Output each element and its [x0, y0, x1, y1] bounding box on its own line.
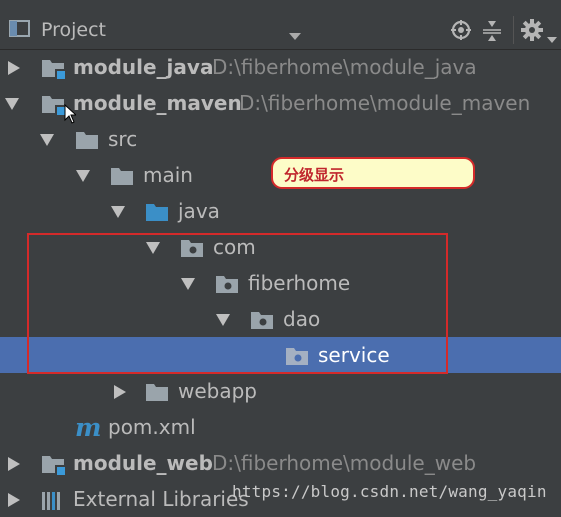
- tree-item-label: service: [318, 343, 390, 367]
- project-toolbar: Project: [0, 0, 561, 50]
- expanded-arrow-icon[interactable]: [181, 276, 195, 290]
- tree-item-pom-xml[interactable]: m pom.xml: [0, 409, 561, 445]
- toolbar-separator: [513, 16, 514, 44]
- package-icon: [215, 273, 241, 299]
- tree-item-java[interactable]: java: [0, 193, 561, 229]
- folder-icon: [145, 381, 171, 407]
- expanded-arrow-icon[interactable]: [111, 204, 125, 218]
- tree-item-path: D:\fiberhome\module_java: [212, 55, 477, 79]
- tree-item-module-web[interactable]: module_web D:\fiberhome\module_web: [0, 445, 561, 481]
- tree-item-fiberhome[interactable]: fiberhome: [0, 265, 561, 301]
- source-folder-icon: [145, 201, 171, 227]
- libraries-icon: [41, 489, 67, 515]
- tree-item-label: module_web: [73, 451, 213, 475]
- tree-item-label: dao: [283, 307, 321, 331]
- tree-item-label: module_java: [73, 55, 214, 79]
- tree-item-module-maven[interactable]: module_maven D:\fiberhome\module_maven: [0, 85, 561, 121]
- tree-item-label: module_maven: [73, 91, 242, 115]
- tree-item-label: webapp: [178, 379, 258, 403]
- tree-item-path: D:\fiberhome\module_web: [212, 451, 477, 475]
- collapsed-arrow-icon[interactable]: [7, 60, 21, 75]
- project-view-title[interactable]: Project: [41, 19, 106, 41]
- project-view-icon: [9, 20, 31, 42]
- folder-icon: [110, 165, 136, 191]
- expanded-arrow-icon[interactable]: [216, 312, 230, 326]
- module-folder-icon: [41, 453, 67, 479]
- module-folder-icon: [41, 57, 67, 83]
- annotation-callout: 分级显示: [271, 157, 475, 189]
- expanded-arrow-icon[interactable]: [76, 168, 90, 182]
- mouse-cursor-icon: [64, 103, 78, 128]
- maven-file-icon: m: [75, 413, 102, 442]
- tree-item-label: src: [108, 127, 138, 151]
- expanded-arrow-icon[interactable]: [5, 96, 19, 110]
- tree-item-webapp[interactable]: webapp: [0, 373, 561, 409]
- collapsed-arrow-icon[interactable]: [7, 492, 21, 507]
- tree-item-src[interactable]: src: [0, 121, 561, 157]
- tree-item-label: fiberhome: [248, 271, 351, 295]
- package-icon: [180, 237, 206, 263]
- tree-item-com[interactable]: com: [0, 229, 561, 265]
- view-dropdown-icon[interactable]: [289, 26, 301, 45]
- package-icon: [250, 309, 276, 335]
- tree-item-label: com: [213, 235, 256, 259]
- tree-item-service[interactable]: service: [0, 337, 561, 373]
- expanded-arrow-icon[interactable]: [146, 240, 160, 254]
- tree-item-dao[interactable]: dao: [0, 301, 561, 337]
- collapse-all-icon[interactable]: [482, 20, 502, 46]
- tree-item-path: D:\fiberhome\module_maven: [239, 91, 531, 115]
- tree-item-label: External Libraries: [73, 487, 249, 511]
- collapsed-arrow-icon[interactable]: [113, 384, 127, 399]
- folder-icon: [75, 129, 101, 155]
- tree-item-label: java: [178, 199, 220, 223]
- collapsed-arrow-icon[interactable]: [7, 456, 21, 471]
- gear-dropdown-icon[interactable]: [547, 28, 557, 47]
- tree-item-label: main: [143, 163, 193, 187]
- annotation-callout-text: 分级显示: [284, 166, 345, 184]
- gear-icon[interactable]: [520, 18, 544, 46]
- tree-item-label: pom.xml: [108, 415, 196, 439]
- tree-item-module-java[interactable]: module_java D:\fiberhome\module_java: [0, 49, 561, 85]
- expanded-arrow-icon[interactable]: [40, 132, 54, 146]
- package-icon: [285, 345, 311, 371]
- scroll-from-source-icon[interactable]: [451, 20, 471, 44]
- watermark: https://blog.csdn.net/wang_yaqin: [232, 482, 547, 501]
